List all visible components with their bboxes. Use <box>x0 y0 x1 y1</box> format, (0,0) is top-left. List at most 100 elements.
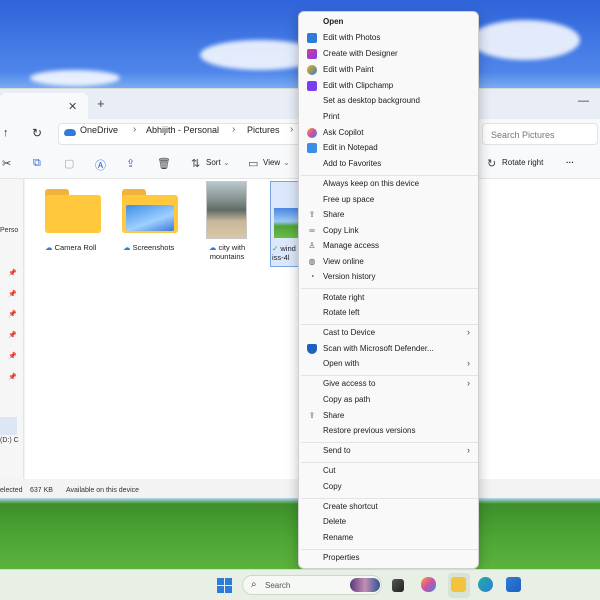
rotate-right-icon[interactable]: ↻ <box>487 157 496 170</box>
sort-button[interactable]: Sort <box>206 158 221 167</box>
menu-item-open[interactable]: Open <box>299 15 480 30</box>
breadcrumb-personal[interactable]: Abhijith - Personal <box>146 125 219 135</box>
search-input[interactable]: Search Pictures <box>482 123 598 145</box>
menu-item-share[interactable]: ⇪ Share <box>299 409 480 424</box>
copy-icon[interactable]: ⧉ <box>33 157 41 170</box>
breadcrumb-pictures[interactable]: Pictures <box>247 125 280 135</box>
folder-preview <box>126 205 174 231</box>
menu-item-free-up-space[interactable]: Free up space <box>299 193 480 208</box>
taskbar-search[interactable]: ⌕ Search <box>242 575 382 595</box>
chevron-down-icon: ⌄ <box>223 158 230 167</box>
share-icon[interactable]: ⇪ <box>126 157 135 170</box>
menu-item-create-designer[interactable]: Create with Designer <box>299 47 480 62</box>
cut-icon[interactable]: ✂ <box>2 157 11 170</box>
menu-item-share-onedrive[interactable]: ⇪ Share <box>299 208 480 223</box>
rotate-right-button[interactable]: Rotate right <box>502 158 543 167</box>
menu-item-label: Create with Designer <box>323 49 398 58</box>
menu-item-properties[interactable]: Properties <box>299 551 480 566</box>
copilot-icon[interactable] <box>421 577 436 592</box>
menu-item-copy-link[interactable]: ∞ Copy Link <box>299 224 480 239</box>
view-icon[interactable]: ▭ <box>248 157 258 170</box>
menu-item-send-to[interactable]: Send to › <box>299 444 480 459</box>
image-thumbnail <box>274 208 301 238</box>
new-tab-icon[interactable]: + <box>97 96 105 111</box>
more-options-button[interactable]: ··· <box>566 158 574 167</box>
breadcrumb-onedrive[interactable]: OneDrive <box>80 125 118 135</box>
menu-item-edit-notepad[interactable]: Edit in Notepad <box>299 141 480 156</box>
menu-item-set-background[interactable]: Set as desktop background <box>299 94 480 109</box>
item-name: Screenshots <box>132 243 175 252</box>
view-button[interactable]: View <box>263 158 280 167</box>
paste-icon[interactable]: ▢ <box>64 157 74 170</box>
file-explorer-icon[interactable] <box>451 577 466 592</box>
menu-item-version-history[interactable]: ◔ Version history <box>299 270 480 285</box>
menu-item-cast-to-device[interactable]: Cast to Device › <box>299 326 480 341</box>
menu-item-label: Copy Link <box>323 226 359 235</box>
sidebar-item-drive-d[interactable]: (D:) C <box>0 437 19 444</box>
menu-item-label: Add to Favorites <box>323 159 382 168</box>
task-view-icon[interactable] <box>392 579 404 592</box>
delete-icon[interactable]: 🗑 <box>157 157 171 170</box>
image-city-with-mountains[interactable] <box>206 181 247 239</box>
store-icon[interactable] <box>506 577 521 592</box>
menu-item-label: Print <box>323 112 340 121</box>
menu-item-label: Edit with Photos <box>323 33 381 42</box>
menu-item-delete[interactable]: Delete <box>299 515 480 530</box>
cloud-icon: ☁ <box>45 243 53 252</box>
menu-item-copy[interactable]: Copy <box>299 480 480 495</box>
minimize-icon[interactable]: — <box>578 95 589 107</box>
menu-item-open-with[interactable]: Open with › <box>299 357 480 372</box>
menu-item-edit-paint[interactable]: Edit with Paint <box>299 63 480 78</box>
pin-icon: 📌 <box>8 332 17 339</box>
menu-separator <box>301 442 478 443</box>
pin-icon: 📌 <box>8 270 17 277</box>
menu-item-label: Cut <box>323 466 336 475</box>
menu-item-label: Open <box>323 17 344 26</box>
menu-item-create-shortcut[interactable]: Create shortcut <box>299 500 480 515</box>
explorer-tab[interactable]: ✕ <box>0 93 88 119</box>
item-name-line2: mountains <box>209 252 245 261</box>
clipchamp-icon <box>307 81 317 91</box>
menu-item-ask-copilot[interactable]: Ask Copilot <box>299 126 480 141</box>
menu-item-edit-clipchamp[interactable]: Edit with Clipchamp <box>299 79 480 94</box>
menu-item-scan-defender[interactable]: Scan with Microsoft Defender... <box>299 342 480 357</box>
menu-item-label: Copy as path <box>323 395 371 404</box>
pin-icon: 📌 <box>8 311 17 318</box>
menu-item-view-online[interactable]: ◍ View online <box>299 255 480 270</box>
menu-item-manage-access[interactable]: ♙ Manage access <box>299 239 480 254</box>
edge-icon[interactable] <box>478 577 493 592</box>
chevron-right-icon: › <box>467 445 470 455</box>
menu-item-cut[interactable]: Cut <box>299 464 480 479</box>
menu-item-copy-as-path[interactable]: Copy as path <box>299 393 480 408</box>
chevron-right-icon: › <box>467 327 470 337</box>
menu-item-restore-versions[interactable]: Restore previous versions <box>299 424 480 439</box>
refresh-icon[interactable]: ↻ <box>32 126 42 140</box>
menu-item-always-keep[interactable]: Always keep on this device <box>299 177 480 192</box>
rename-icon[interactable]: Ⓐ <box>95 157 106 173</box>
menu-item-edit-photos[interactable]: Edit with Photos <box>299 31 480 46</box>
up-arrow-icon[interactable]: ↑ <box>3 127 9 139</box>
sidebar-item-personal[interactable]: Perso <box>0 227 18 234</box>
pin-icon: 📌 <box>8 374 17 381</box>
close-tab-icon[interactable]: ✕ <box>68 100 77 113</box>
start-button[interactable] <box>217 578 232 593</box>
menu-item-rename[interactable]: Rename <box>299 531 480 546</box>
windows-logo-icon <box>225 586 232 593</box>
menu-item-add-favorites[interactable]: Add to Favorites <box>299 157 480 172</box>
menu-item-print[interactable]: Print <box>299 110 480 125</box>
image-label: ✓ wind iss-4l <box>272 244 296 262</box>
copilot-icon <box>307 128 317 138</box>
chevron-down-icon: ⌄ <box>283 158 290 167</box>
menu-separator <box>301 324 478 325</box>
sort-icon[interactable]: ⇅ <box>191 157 200 170</box>
cloud-icon: ☁ <box>123 243 131 252</box>
paint-icon <box>307 65 317 75</box>
chevron-right-icon: › <box>467 358 470 368</box>
folder-camera-roll[interactable] <box>45 189 101 235</box>
menu-item-label: Copy <box>323 482 342 491</box>
menu-item-give-access[interactable]: Give access to › <box>299 377 480 392</box>
folder-screenshots[interactable] <box>122 189 178 235</box>
menu-item-rotate-right[interactable]: Rotate right <box>299 291 480 306</box>
menu-item-rotate-left[interactable]: Rotate left <box>299 306 480 321</box>
menu-item-label: Always keep on this device <box>323 179 420 188</box>
